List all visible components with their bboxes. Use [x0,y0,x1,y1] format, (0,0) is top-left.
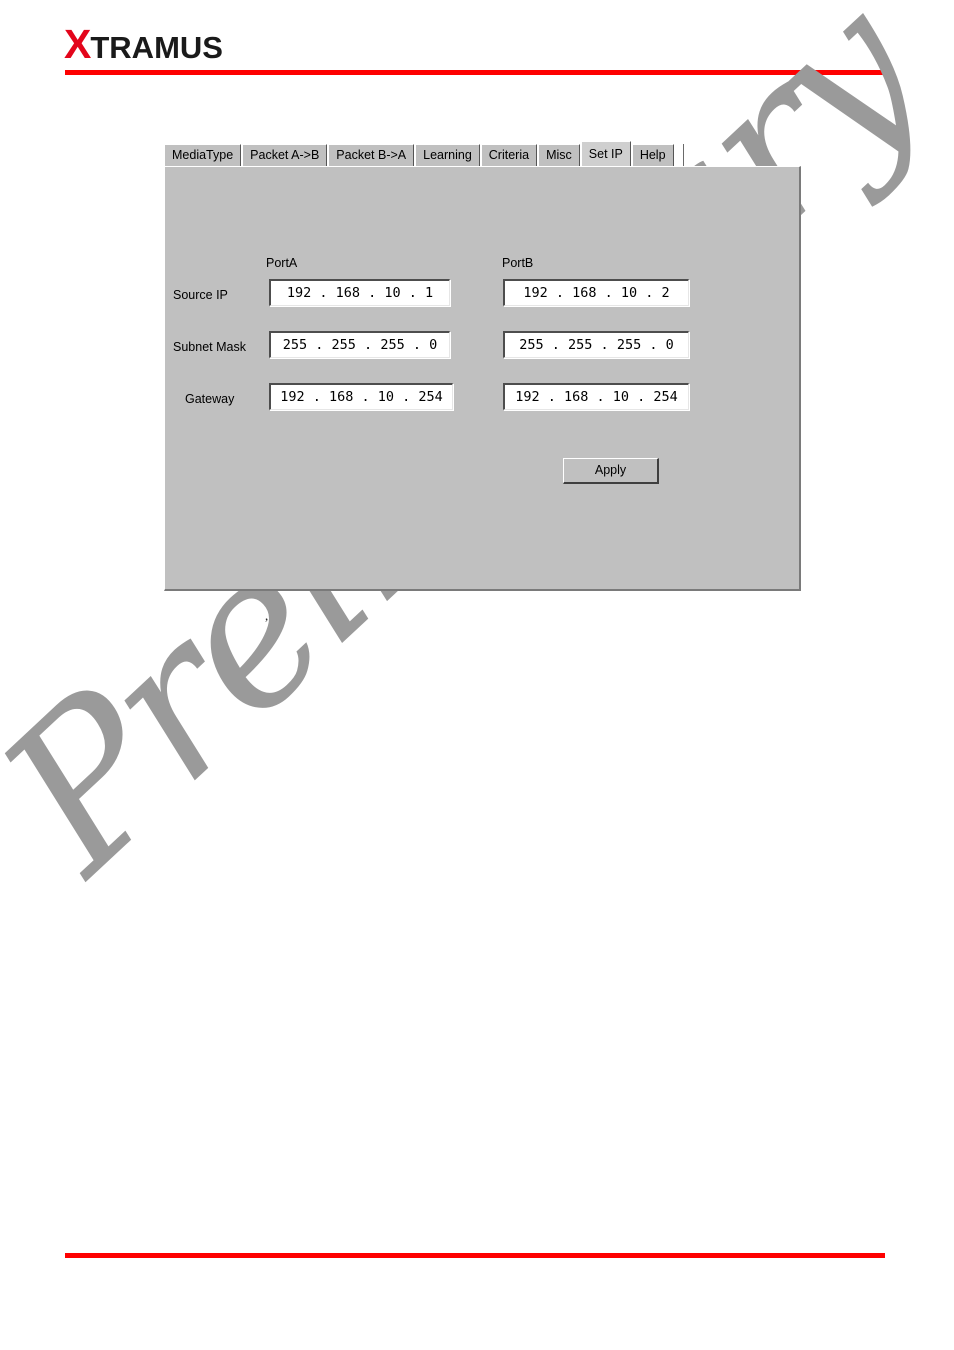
header-divider-rule [65,70,885,75]
tab-mediatype[interactable]: MediaType [164,144,242,166]
logo-x-letter: X [64,21,91,67]
apply-button-label: Apply [594,463,627,478]
xtramus-logo: XTRAMUS [64,24,223,65]
tab-help[interactable]: Help [631,144,674,166]
apply-button[interactable]: Apply [563,458,659,484]
subnet-mask-portb-value: 255 . 255 . 255 . 0 [519,337,674,353]
tab-label: Criteria [488,148,530,163]
tab-label: Learning [423,148,472,163]
footer-divider-rule [65,1253,885,1258]
gateway-porta-value: 192 . 168 . 10 . 254 [280,389,443,405]
column-header-porta: PortA [266,256,298,270]
row-label-subnet-mask: Subnet Mask [173,340,246,354]
subnet-mask-portb-input[interactable]: 255 . 255 . 255 . 0 [503,331,689,358]
tab-criteria[interactable]: Criteria [480,144,538,166]
column-header-portb: PortB [502,256,534,270]
subnet-mask-porta-value: 255 . 255 . 255 . 0 [282,337,438,353]
tab-learning[interactable]: Learning [415,144,480,166]
tab-label: Misc [546,148,572,163]
row-label-source-ip: Source IP [173,288,228,302]
set-ip-dialog: MediaType Packet A->B Packet B->A Learni… [164,141,801,591]
tab-label: MediaType [172,148,234,163]
preliminary-watermark: Preliminary [0,0,954,980]
gateway-portb-input[interactable]: 192 . 168 . 10 . 254 [503,383,689,410]
tab-packet-b-to-a[interactable]: Packet B->A [328,144,415,166]
set-ip-panel: PortA PortB Source IP 192 . 168 . 10 . 1… [164,166,801,591]
gateway-portb-value: 192 . 168 . 10 . 254 [515,389,678,405]
gateway-porta-input[interactable]: 192 . 168 . 10 . 254 [269,383,453,410]
dialog-tabstrip: MediaType Packet A->B Packet B->A Learni… [164,141,801,166]
stray-punctuation-artifact: , [265,608,269,623]
tab-label: Set IP [588,146,623,161]
tab-label: Help [639,148,666,163]
source-ip-porta-value: 192 . 168 . 10 . 1 [286,285,434,301]
tab-misc[interactable]: Misc [538,144,580,166]
source-ip-porta-input[interactable]: 192 . 168 . 10 . 1 [269,279,450,306]
tab-packet-a-to-b[interactable]: Packet A->B [242,144,328,166]
source-ip-portb-value: 192 . 168 . 10 . 2 [523,285,670,301]
tab-label: Packet B->A [336,148,407,163]
subnet-mask-porta-input[interactable]: 255 . 255 . 255 . 0 [269,331,450,358]
source-ip-portb-input[interactable]: 192 . 168 . 10 . 2 [503,279,689,306]
logo-wordmark: TRAMUS [90,30,223,65]
row-label-gateway: Gateway [185,392,235,406]
tabstrip-endcap [682,144,684,166]
tab-set-ip[interactable]: Set IP [580,141,631,166]
tab-label: Packet A->B [250,148,320,163]
page-header: XTRAMUS [0,0,954,80]
